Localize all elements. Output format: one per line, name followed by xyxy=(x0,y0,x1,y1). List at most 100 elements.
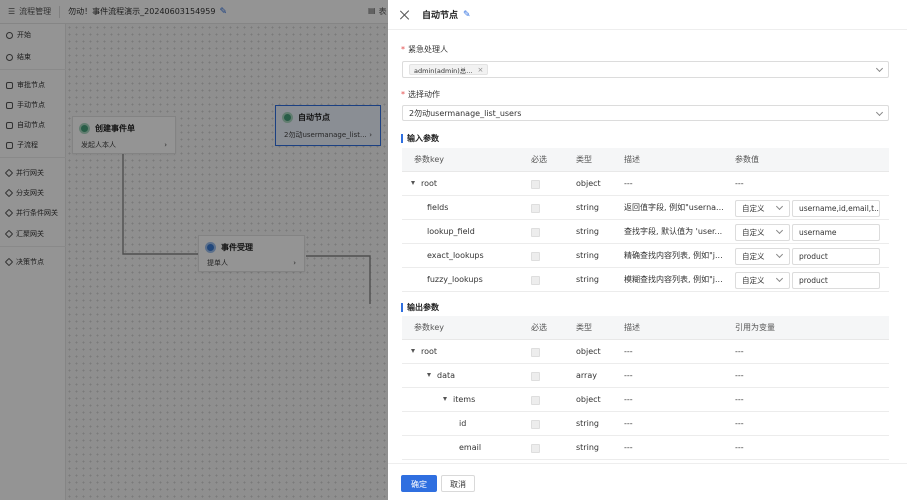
required-checkbox[interactable] xyxy=(531,204,540,213)
required-checkbox[interactable] xyxy=(531,348,540,357)
param-value: --- xyxy=(735,179,744,188)
param-key: exact_lookups xyxy=(427,251,484,260)
param-key-cell: data xyxy=(427,364,455,388)
drawer-body[interactable]: * 紧急处理人 admin(admin)总... × * 选择动作 2勿动userm… xyxy=(388,30,907,463)
required-mark: * xyxy=(401,45,405,54)
handler-label-text: 紧急处理人 xyxy=(408,45,448,54)
param-key: data xyxy=(437,371,456,380)
action-label-text: 选择动作 xyxy=(408,90,440,99)
value-mode-select[interactable]: 自定义 xyxy=(735,200,790,217)
value-mode-text: 自定义 xyxy=(742,252,765,261)
edit-name-icon[interactable]: ✎ xyxy=(463,10,471,20)
required-checkbox[interactable] xyxy=(531,444,540,453)
caret-down-icon[interactable] xyxy=(427,373,431,377)
column-header-reference: 引用为变量 xyxy=(735,323,775,332)
param-type: object xyxy=(576,179,601,188)
drawer-overlay-mask[interactable] xyxy=(0,0,388,500)
param-description: --- xyxy=(624,179,633,188)
required-checkbox[interactable] xyxy=(531,420,540,429)
section-accent-bar xyxy=(401,303,403,312)
param-reference: --- xyxy=(735,395,744,404)
section-accent-bar xyxy=(401,134,403,143)
caret-down-icon[interactable] xyxy=(411,349,415,353)
param-description: --- xyxy=(624,347,633,356)
required-mark: * xyxy=(401,90,405,99)
param-value-text: username xyxy=(799,228,837,237)
handler-select[interactable]: admin(admin)总... × xyxy=(402,61,889,78)
value-mode-text: 自定义 xyxy=(742,228,765,237)
action-select-value: 2勿动usermanage_list_users xyxy=(409,108,522,118)
confirm-button[interactable]: 确定 xyxy=(401,475,437,492)
required-checkbox[interactable] xyxy=(531,180,540,189)
param-description: 返回值字段, 例如"userna... xyxy=(624,203,724,212)
param-type: string xyxy=(576,275,599,284)
param-reference: --- xyxy=(735,443,744,452)
param-reference: --- xyxy=(735,347,744,356)
param-key: lookup_field xyxy=(427,227,475,236)
table-row: fields string 返回值字段, 例如"userna... 自定义 us… xyxy=(402,196,889,220)
param-type: string xyxy=(576,203,599,212)
param-key: email xyxy=(459,443,482,452)
caret-down-icon[interactable] xyxy=(411,181,415,185)
param-description: 模糊查找内容列表, 例如"j... xyxy=(624,275,723,284)
handler-label: * 紧急处理人 xyxy=(401,44,448,55)
required-checkbox[interactable] xyxy=(531,228,540,237)
required-checkbox[interactable] xyxy=(531,252,540,261)
required-checkbox[interactable] xyxy=(531,372,540,381)
param-type: object xyxy=(576,347,601,356)
drawer-header: 自动节点 ✎ xyxy=(388,0,907,30)
param-reference: --- xyxy=(735,371,744,380)
param-key: fuzzy_lookups xyxy=(427,275,483,284)
column-header-description: 描述 xyxy=(624,323,640,332)
param-type: string xyxy=(576,443,599,452)
handler-tag: admin(admin)总... × xyxy=(409,64,489,75)
section-title-text: 输出参数 xyxy=(407,303,439,312)
value-mode-select[interactable]: 自定义 xyxy=(735,224,790,241)
chevron-down-icon xyxy=(775,202,784,211)
table-row: fuzzy_lookups string 模糊查找内容列表, 例如"j... 自… xyxy=(402,268,889,292)
column-header-key: 参数key xyxy=(414,323,445,332)
table-header-row: 参数key 必选 类型 描述 引用为变量 xyxy=(402,316,889,340)
action-select[interactable]: 2勿动usermanage_list_users xyxy=(402,105,889,121)
param-value-input[interactable]: username,id,email,t... xyxy=(792,200,880,217)
param-type: string xyxy=(576,419,599,428)
param-description: 精确查找内容列表, 例如"j... xyxy=(624,251,723,260)
param-key: root xyxy=(421,179,438,188)
param-reference: --- xyxy=(735,419,744,428)
value-mode-select[interactable]: 自定义 xyxy=(735,272,790,289)
value-mode-select[interactable]: 自定义 xyxy=(735,248,790,265)
param-key: id xyxy=(459,419,467,428)
param-value-input[interactable]: username xyxy=(792,224,880,241)
param-type: string xyxy=(576,251,599,260)
drawer-title: 自动节点 xyxy=(422,11,459,21)
caret-down-icon[interactable] xyxy=(443,397,447,401)
remove-tag-icon[interactable]: × xyxy=(478,66,484,74)
param-description: --- xyxy=(624,443,633,452)
param-value-input[interactable]: product xyxy=(792,248,880,265)
param-description: --- xyxy=(624,371,633,380)
required-checkbox[interactable] xyxy=(531,276,540,285)
param-key-cell: root xyxy=(411,172,437,196)
param-key-cell: items xyxy=(443,388,475,412)
column-header-required: 必选 xyxy=(531,323,547,332)
required-checkbox[interactable] xyxy=(531,396,540,405)
column-header-value: 参数值 xyxy=(735,155,759,164)
table-row: lookup_field string 查找字段, 默认值为 'user... … xyxy=(402,220,889,244)
handler-tag-text: admin(admin)总... xyxy=(414,66,473,75)
input-params-section-title: 输入参数 xyxy=(401,133,439,144)
table-row: email string --- --- xyxy=(402,436,889,460)
section-title-text: 输入参数 xyxy=(407,134,439,143)
table-row: items object --- --- xyxy=(402,388,889,412)
param-value-input[interactable]: product xyxy=(792,272,880,289)
param-value-text: product xyxy=(799,276,828,285)
input-params-table: 参数key 必选 类型 描述 参数值 root object --- --- f… xyxy=(402,148,889,292)
chevron-down-icon xyxy=(775,274,784,283)
cancel-button[interactable]: 取消 xyxy=(441,475,475,492)
param-type: object xyxy=(576,395,601,404)
close-icon[interactable] xyxy=(400,10,410,20)
param-description: --- xyxy=(624,419,633,428)
output-params-table: 参数key 必选 类型 描述 引用为变量 root object --- ---… xyxy=(402,316,889,460)
param-key: fields xyxy=(427,203,449,212)
param-value-text: username,id,email,t... xyxy=(799,204,880,213)
param-value-text: product xyxy=(799,252,828,261)
